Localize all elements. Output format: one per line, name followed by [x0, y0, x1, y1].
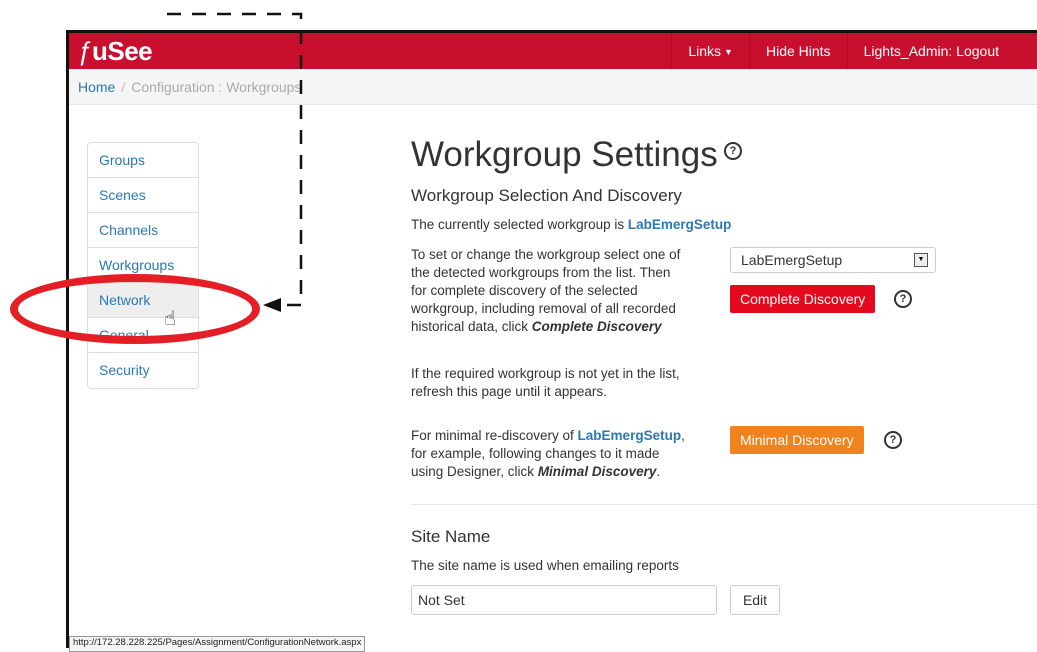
instructions-line: historical data, click Complete Discover…: [411, 318, 680, 336]
minimal-line: for example, following changes to it mad…: [411, 446, 660, 461]
minimal-suffix: .: [656, 464, 661, 479]
minimal-emphasis: Minimal Discovery: [537, 464, 657, 479]
complete-discovery-help-icon[interactable]: ?: [894, 290, 912, 308]
minimal-discovery-text: For minimal re-discovery of LabEmergSetu…: [411, 427, 685, 481]
selection-heading: Workgroup Selection And Discovery: [411, 186, 682, 205]
site-name-heading: Site Name: [411, 527, 491, 546]
complete-discovery-button[interactable]: Complete Discovery: [730, 285, 876, 313]
status-bar-url: http://172.28.228.225/Pages/Assignment/C…: [69, 636, 366, 652]
instructions-line: To set or change the workgroup select on…: [411, 247, 681, 262]
workgroup-select-value: LabEmergSetup: [741, 252, 843, 268]
minimal-prefix: For minimal re-discovery of: [411, 428, 578, 443]
minimal-suffix: ,: [681, 428, 685, 443]
highlight-ellipse: [10, 274, 260, 344]
minimal-line: For minimal re-discovery of LabEmergSetu…: [411, 427, 685, 445]
main-content: Workgroup Settings ? Workgroup Selection…: [411, 0, 1037, 648]
site-name-field[interactable]: Not Set: [411, 585, 717, 615]
title-help-icon[interactable]: ?: [724, 142, 742, 160]
missing-line: If the required workgroup is not yet in …: [411, 366, 680, 381]
minimal-discovery-help-icon[interactable]: ?: [884, 431, 902, 449]
missing-workgroup-text: If the required workgroup is not yet in …: [411, 365, 680, 401]
minimal-discovery-button[interactable]: Minimal Discovery: [730, 426, 864, 454]
current-workgroup-text: The currently selected workgroup is LabE…: [411, 216, 731, 234]
instructions-prefix: historical data, click: [411, 319, 532, 334]
minimal-workgroup-name: LabEmergSetup: [577, 428, 682, 443]
site-name-description: The site name is used when emailing repo…: [411, 558, 679, 573]
current-workgroup-name: LabEmergSetup: [627, 217, 732, 232]
instructions-line: workgroup, including removal of all reco…: [411, 301, 676, 316]
instructions-emphasis: Complete Discovery: [531, 319, 662, 334]
instructions-line: for complete discovery of the selected: [411, 283, 638, 298]
dropdown-arrow-icon: ▼: [914, 253, 928, 267]
instructions-text: To set or change the workgroup select on…: [411, 246, 680, 336]
workgroup-select[interactable]: LabEmergSetup ▼: [730, 247, 936, 273]
edit-site-name-button[interactable]: Edit: [730, 585, 780, 615]
page-title: Workgroup Settings: [411, 135, 718, 174]
minimal-line: using Designer, click Minimal Discovery.: [411, 463, 685, 481]
missing-line: refresh this page until it appears.: [411, 384, 607, 399]
current-prefix: The currently selected workgroup is: [411, 217, 628, 232]
minimal-prefix: using Designer, click: [411, 464, 538, 479]
hand-pointer-icon: ☝: [164, 308, 177, 330]
section-divider: [411, 504, 1037, 505]
instructions-line: the detected workgroups from the list. T…: [411, 265, 671, 280]
